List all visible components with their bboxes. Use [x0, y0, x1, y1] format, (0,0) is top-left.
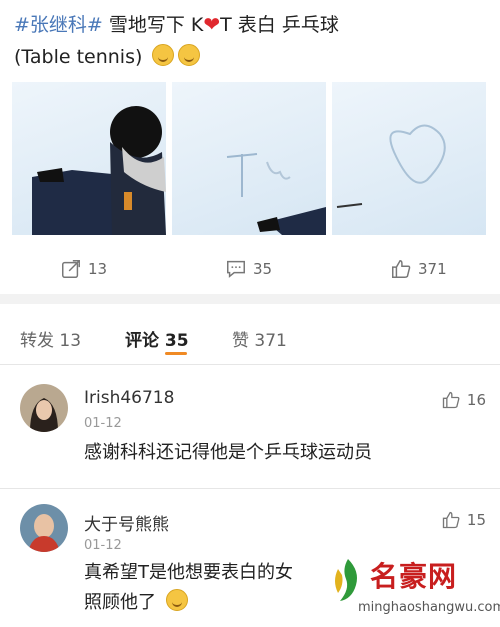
smile-emoji-icon: [152, 44, 175, 66]
tab-likes[interactable]: 赞 371: [232, 326, 287, 351]
comment-username[interactable]: Irish46718: [84, 388, 174, 408]
comment-divider: [0, 488, 500, 489]
avatar[interactable]: [20, 384, 68, 432]
watermark-url: minghaoshangwu.com: [358, 600, 500, 615]
post-text-line2: (Table tennis): [14, 46, 143, 68]
comment-date: 01-12: [84, 416, 122, 431]
post-text: #张继科# 雪地写下 K❤T 表白 乒乓球 (Table tennis): [14, 8, 494, 73]
section-divider: [0, 294, 500, 304]
post-text-part1: 雪地写下 K: [102, 14, 204, 36]
thumbs-up-icon: [442, 511, 460, 529]
person-writing-illustration: [32, 106, 166, 235]
hashtag-link[interactable]: #张继科#: [14, 14, 103, 36]
like-count: 371: [418, 260, 447, 278]
comment-like-count: 16: [466, 391, 486, 409]
repost-count: 13: [88, 260, 108, 278]
repost-button[interactable]: 13: [60, 258, 107, 280]
comment-date: 01-12: [84, 538, 122, 553]
heart-icon: ❤: [203, 12, 221, 36]
comment-tabs: 转发 13 评论 35 赞 371: [0, 318, 500, 365]
watermark-logo-icon: [335, 559, 357, 601]
photo-2[interactable]: [172, 82, 326, 235]
share-icon: [62, 260, 80, 278]
comment-like-count: 15: [466, 511, 486, 529]
comment-like-button[interactable]: 15: [441, 510, 486, 530]
photo-grid: [12, 82, 488, 235]
comment-text: 感谢科科还记得他是个乒乓球运动员: [84, 442, 372, 463]
thumbs-up-icon: [392, 260, 411, 278]
photo-1[interactable]: [12, 82, 166, 235]
snow-writing-illustration: [226, 153, 326, 235]
snow-heart-illustration: [336, 124, 446, 208]
smile-emoji-icon: [178, 44, 201, 66]
comment-icon: [227, 260, 245, 278]
avatar-image: [20, 504, 68, 552]
watermark-title: 名豪网: [370, 560, 458, 593]
post-action-bar: 13 35 371: [0, 250, 500, 292]
thumbs-up-icon: [442, 391, 460, 409]
site-watermark: 名豪网 minghaoshangwu.com: [330, 555, 500, 627]
tab-repost[interactable]: 转发 13: [20, 326, 81, 351]
post-text-part2: T 表白 乒乓球: [220, 14, 339, 36]
comment-count: 35: [253, 260, 273, 278]
comment-button[interactable]: 35: [225, 258, 272, 280]
comment-username[interactable]: 大于号熊熊: [84, 510, 169, 535]
like-button[interactable]: 371: [390, 258, 447, 280]
avatar-image: [20, 384, 68, 432]
photo-3[interactable]: [332, 82, 486, 235]
active-tab-indicator: [165, 352, 187, 355]
tab-comments[interactable]: 评论 35: [125, 326, 189, 351]
comment-like-button[interactable]: 16: [441, 390, 486, 410]
avatar[interactable]: [20, 504, 68, 552]
comment-text-line2-content: 照顾他了: [84, 592, 156, 613]
laugh-emoji-icon: [165, 589, 188, 611]
comment-item: Irish46718 01-12 感谢科科还记得他是个乒乓球运动员 16: [0, 370, 500, 485]
